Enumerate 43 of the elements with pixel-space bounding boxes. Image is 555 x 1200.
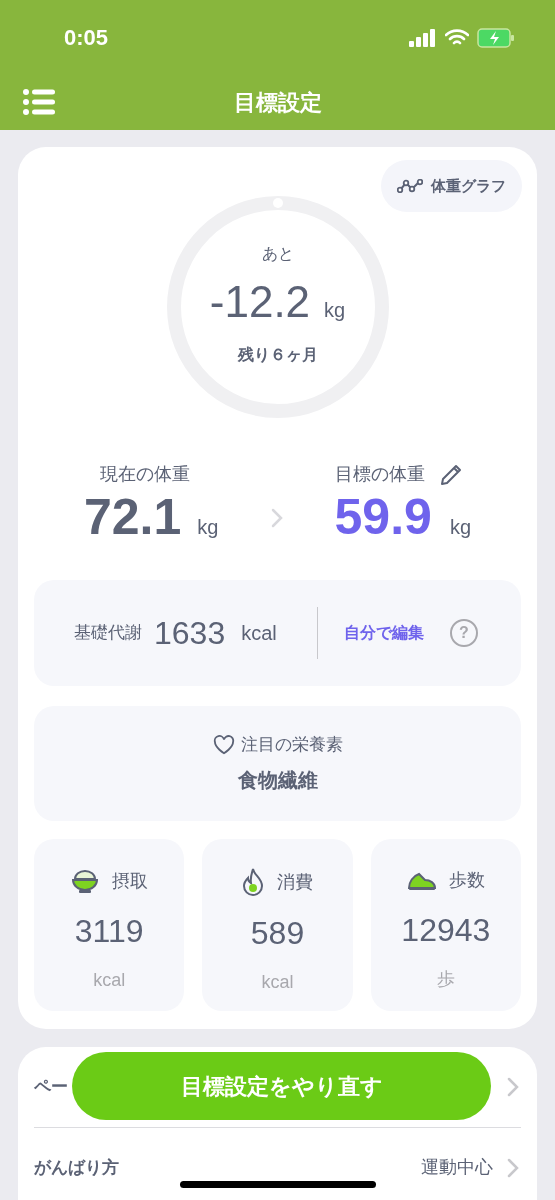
current-weight-value: 72.1 <box>84 492 182 542</box>
current-weight-unit: kg <box>197 515 219 540</box>
stat-unit: kcal <box>261 971 294 994</box>
settings-value: 運動中心 <box>421 1156 493 1179</box>
edit-link[interactable]: 自分で編集 <box>343 621 424 645</box>
header-title: 目標設定 <box>233 89 322 117</box>
chevron-right-icon <box>270 508 283 528</box>
current-weight-label: 現在の体重 <box>100 463 191 486</box>
status-time: 0:05 <box>64 24 109 52</box>
remaining-caption: あと <box>261 243 294 264</box>
nutrient-label: 注目の栄養素 <box>240 733 343 756</box>
wifi-icon <box>445 28 469 47</box>
target-weight-label: 目標の体重 <box>334 463 425 486</box>
target-weight-unit: kg <box>449 515 471 540</box>
signal-icon <box>409 28 437 47</box>
bmr-unit: kcal <box>241 621 277 646</box>
settings-label: ペー <box>34 1076 68 1099</box>
stat-value: 12943 <box>401 911 491 950</box>
remaining-period: 残り６ヶ月 <box>237 344 318 365</box>
target-weight-value: 59.9 <box>334 492 432 542</box>
flame-icon <box>241 867 266 897</box>
help-button[interactable]: ? <box>449 619 478 647</box>
line-graph-icon <box>397 179 423 193</box>
battery-charging-icon <box>477 27 515 48</box>
stat-label: 消費 <box>277 870 314 894</box>
heart-icon <box>212 734 235 755</box>
bmr-label: 基礎代謝 <box>74 622 142 645</box>
remaining-unit: kg <box>324 297 346 323</box>
weight-graph-button[interactable]: 体重グラフ <box>381 160 522 212</box>
stat-label: 歩数 <box>448 869 485 892</box>
chevron-right-icon <box>507 1077 519 1097</box>
stat-unit: 歩 <box>436 968 455 991</box>
stat-value: 589 <box>250 914 305 953</box>
pencil-icon[interactable] <box>438 462 463 487</box>
stat-label: 摂取 <box>112 869 149 893</box>
nutrient-value: 食物繊維 <box>237 768 318 794</box>
stat-unit: kcal <box>93 969 126 992</box>
settings-label: がんばり方 <box>34 1156 119 1179</box>
bmr-value: 1633 <box>154 614 226 653</box>
chevron-right-icon <box>507 1157 519 1178</box>
rice-bowl-icon <box>70 867 101 895</box>
stat-value: 3119 <box>74 912 144 951</box>
remaining-value: -12.2 <box>209 279 311 324</box>
